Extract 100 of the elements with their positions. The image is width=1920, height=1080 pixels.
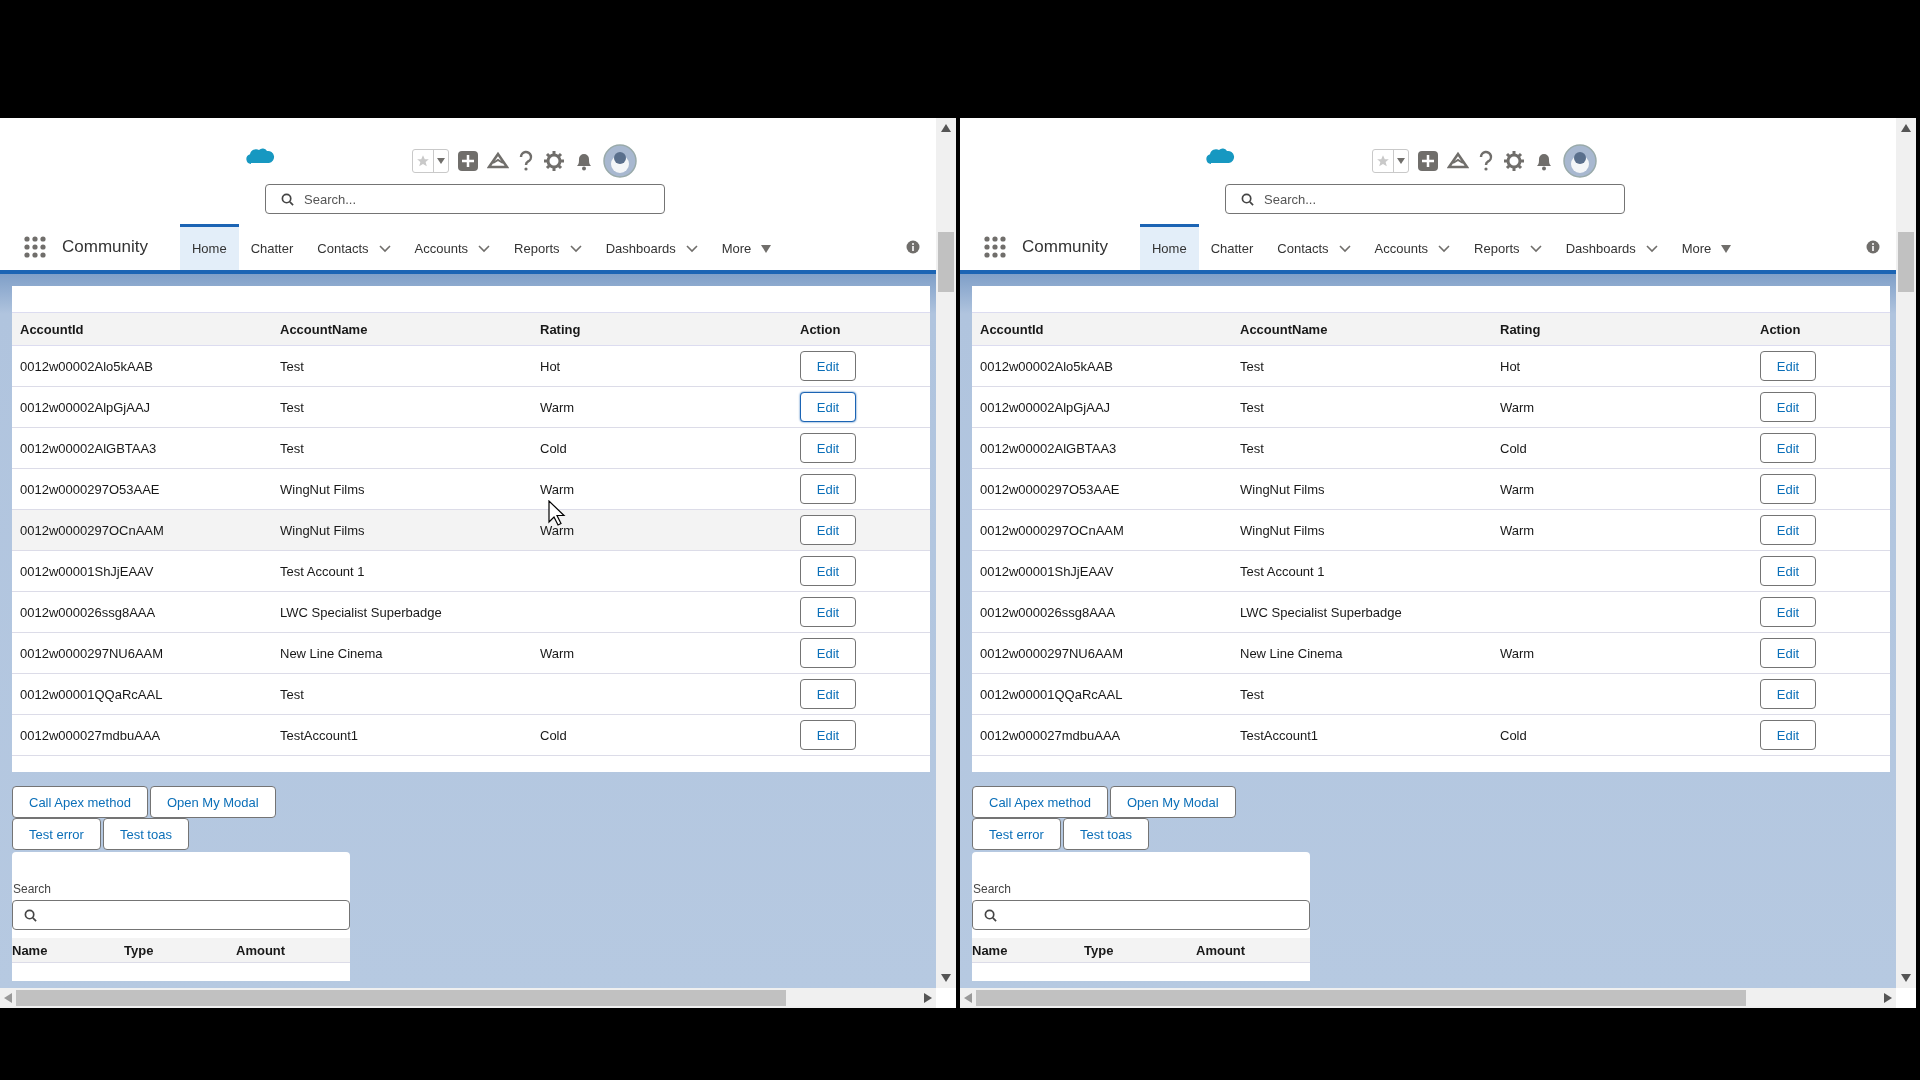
- action-button[interactable]: Call Apex method: [972, 786, 1108, 818]
- search-icon: [24, 909, 37, 922]
- table-cell: 0012w0000297OCnAAM: [12, 509, 272, 551]
- nav-tab[interactable]: Chatter: [238, 224, 306, 270]
- action-button[interactable]: Test error: [12, 818, 101, 850]
- edit-button[interactable]: Edit: [800, 433, 856, 463]
- table-cell: Hot: [532, 345, 792, 387]
- nav-tab[interactable]: Dashboards: [1553, 224, 1670, 270]
- nav-tab[interactable]: Accounts: [1362, 224, 1463, 270]
- settings-icon[interactable]: [543, 150, 565, 172]
- edit-button[interactable]: Edit: [1760, 679, 1816, 709]
- vertical-scrollbar[interactable]: [1896, 118, 1916, 988]
- edit-button[interactable]: Edit: [800, 351, 856, 381]
- nav-tab[interactable]: Contacts: [1265, 224, 1363, 270]
- table-cell: WingNut Films: [1232, 509, 1492, 551]
- edit-button[interactable]: Edit: [800, 720, 856, 750]
- info-icon[interactable]: [906, 240, 920, 254]
- scrollbar-thumb[interactable]: [976, 990, 1746, 1006]
- table-cell: 0012w00001ShJjEAAV: [972, 550, 1232, 592]
- table-cell: Test Account 1: [1232, 550, 1492, 592]
- avatar-icon[interactable]: [1563, 144, 1597, 178]
- caret-down-icon: [437, 158, 445, 164]
- table-cell: Warm: [1492, 509, 1752, 551]
- action-button[interactable]: Test toas: [102, 818, 189, 850]
- global-search-field[interactable]: Search...: [265, 184, 665, 214]
- help-icon[interactable]: [517, 150, 535, 172]
- scroll-up-arrow-icon[interactable]: [1901, 124, 1911, 132]
- edit-button[interactable]: Edit: [800, 679, 856, 709]
- nav-tab[interactable]: Home: [1139, 224, 1199, 270]
- table-cell: Cold: [1492, 714, 1752, 756]
- action-button[interactable]: Open My Modal: [1109, 786, 1236, 818]
- star-icon: [1376, 154, 1390, 168]
- app-launcher-icon[interactable]: [24, 236, 46, 258]
- action-button[interactable]: Open My Modal: [149, 786, 276, 818]
- settings-icon[interactable]: [1503, 150, 1525, 172]
- add-icon[interactable]: [1417, 150, 1439, 172]
- scroll-down-arrow-icon[interactable]: [941, 974, 951, 982]
- search-icon: [984, 909, 997, 922]
- star-icon: [416, 154, 430, 168]
- edit-button[interactable]: Edit: [800, 392, 856, 422]
- nav-tab[interactable]: Reports: [502, 224, 594, 270]
- favorites-button[interactable]: [1372, 149, 1409, 173]
- edit-button[interactable]: Edit: [800, 474, 856, 504]
- nav-tab[interactable]: Reports: [1462, 224, 1554, 270]
- action-button[interactable]: Test error: [972, 818, 1061, 850]
- table-cell: WingNut Films: [1232, 468, 1492, 510]
- nav-tab[interactable]: Dashboards: [593, 224, 710, 270]
- info-icon[interactable]: [1866, 240, 1880, 254]
- nav-tab[interactable]: Accounts: [402, 224, 503, 270]
- table-cell: Test: [272, 345, 532, 387]
- scroll-up-arrow-icon[interactable]: [941, 124, 951, 132]
- table-cell: Warm: [1492, 386, 1752, 428]
- edit-button[interactable]: Edit: [1760, 638, 1816, 668]
- chevron-down-icon: [569, 244, 582, 253]
- search-field[interactable]: [972, 900, 1310, 930]
- table-cell: 0012w00002Alo5kAAB: [12, 345, 272, 387]
- table-cell: 0012w00002AlGBTAA3: [972, 427, 1232, 469]
- column-header: AccountName: [272, 312, 532, 346]
- table-cell: 0012w00001QQaRcAAL: [972, 673, 1232, 715]
- scrollbar-thumb[interactable]: [938, 232, 954, 292]
- table-cell: 0012w00002AlpGjAAJ: [972, 386, 1232, 428]
- edit-button[interactable]: Edit: [1760, 515, 1816, 545]
- app-name: Community: [1022, 237, 1108, 257]
- edit-button[interactable]: Edit: [800, 638, 856, 668]
- app-launcher-icon[interactable]: [984, 236, 1006, 258]
- help-icon[interactable]: [1477, 150, 1495, 172]
- edit-button[interactable]: Edit: [1760, 720, 1816, 750]
- scrollbar-thumb[interactable]: [1898, 232, 1914, 292]
- table-cell: Warm: [532, 632, 792, 674]
- action-button[interactable]: Call Apex method: [12, 786, 148, 818]
- action-button[interactable]: Test toas: [1062, 818, 1149, 850]
- global-search-field[interactable]: Search...: [1225, 184, 1625, 214]
- search-field[interactable]: [12, 900, 350, 930]
- edit-button[interactable]: Edit: [800, 556, 856, 586]
- nav-tab[interactable]: Home: [179, 224, 239, 270]
- edit-button[interactable]: Edit: [1760, 433, 1816, 463]
- nav-tab[interactable]: More: [709, 224, 784, 270]
- horizontal-scrollbar[interactable]: [960, 988, 1896, 1008]
- edit-button[interactable]: Edit: [1760, 597, 1816, 627]
- edit-button[interactable]: Edit: [1760, 392, 1816, 422]
- favorites-button[interactable]: [412, 149, 449, 173]
- avatar-icon[interactable]: [603, 144, 637, 178]
- nav-tab[interactable]: More: [1669, 224, 1744, 270]
- horizontal-scrollbar[interactable]: [0, 988, 936, 1008]
- scrollbar-thumb[interactable]: [16, 990, 786, 1006]
- scroll-right-arrow-icon[interactable]: [924, 993, 932, 1003]
- vertical-scrollbar[interactable]: [936, 118, 956, 988]
- table-cell: Test: [1232, 427, 1492, 469]
- edit-button[interactable]: Edit: [800, 515, 856, 545]
- scroll-down-arrow-icon[interactable]: [1901, 974, 1911, 982]
- edit-button[interactable]: Edit: [1760, 474, 1816, 504]
- edit-button[interactable]: Edit: [1760, 351, 1816, 381]
- nav-tab[interactable]: Contacts: [305, 224, 403, 270]
- edit-button[interactable]: Edit: [800, 597, 856, 627]
- edit-button[interactable]: Edit: [1760, 556, 1816, 586]
- column-header: Action: [1752, 312, 1890, 346]
- nav-tab[interactable]: Chatter: [1198, 224, 1266, 270]
- scroll-right-arrow-icon[interactable]: [1884, 993, 1892, 1003]
- add-icon[interactable]: [457, 150, 479, 172]
- column-header: Type: [1084, 942, 1115, 958]
